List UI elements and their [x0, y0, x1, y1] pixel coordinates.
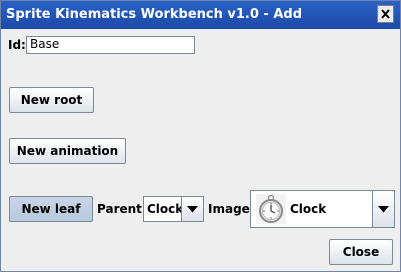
dialog-window: Sprite Kinematics Workbench v1.0 - Add I…	[0, 0, 401, 272]
close-icon	[381, 9, 390, 19]
close-button[interactable]: Close	[329, 239, 393, 265]
chevron-down-icon	[187, 206, 198, 213]
image-select[interactable]: Clock	[250, 190, 395, 228]
image-label: Image:	[208, 202, 255, 216]
window-close-button[interactable]	[377, 5, 394, 23]
title-bar[interactable]: Sprite Kinematics Workbench v1.0 - Add	[1, 1, 400, 29]
new-leaf-button[interactable]: New leaf	[9, 196, 93, 222]
new-animation-button[interactable]: New animation	[9, 138, 126, 164]
new-root-label: New root	[20, 93, 83, 107]
new-root-button[interactable]: New root	[9, 87, 94, 113]
parent-dropdown-button[interactable]	[181, 197, 203, 221]
parent-value: Clock	[147, 202, 184, 216]
image-dropdown-button[interactable]	[372, 191, 394, 227]
chevron-down-icon	[378, 206, 389, 213]
new-leaf-label: New leaf	[21, 202, 81, 216]
id-label: Id:	[8, 38, 26, 52]
close-button-label: Close	[342, 245, 380, 259]
id-value: Base	[30, 37, 60, 51]
pocket-watch-icon	[256, 194, 286, 224]
image-value: Clock	[290, 202, 327, 216]
parent-label: Parent:	[97, 202, 147, 216]
id-field[interactable]: Base	[26, 36, 195, 54]
parent-select[interactable]: Clock	[143, 196, 204, 222]
new-animation-label: New animation	[16, 144, 119, 158]
window-title: Sprite Kinematics Workbench v1.0 - Add	[6, 7, 303, 22]
